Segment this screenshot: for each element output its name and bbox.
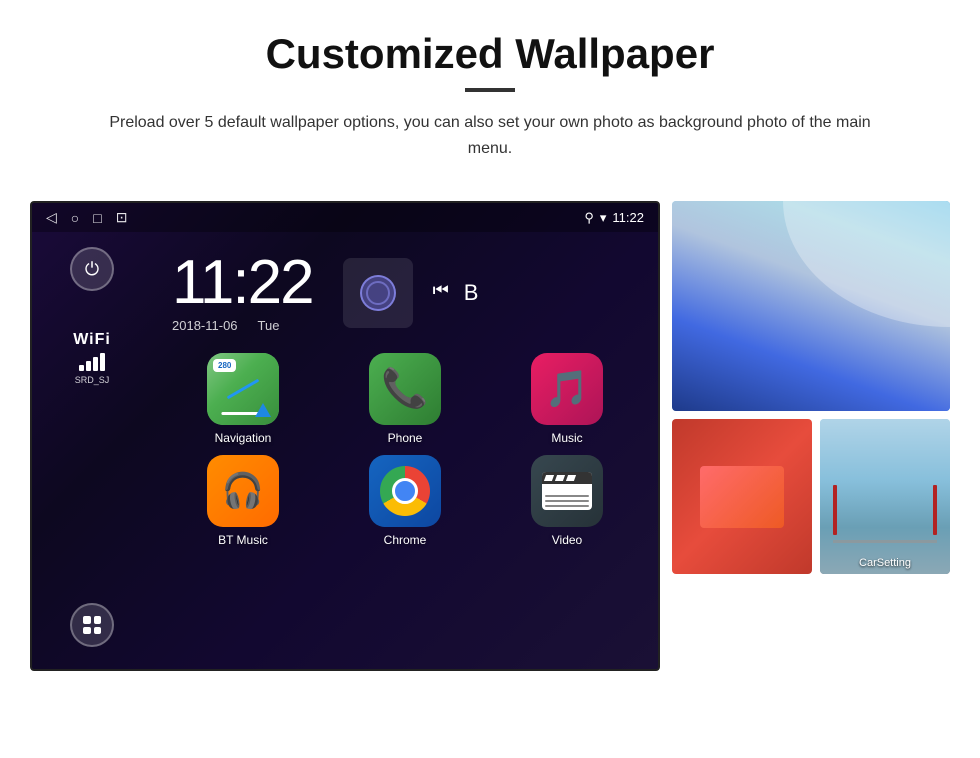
bt-music-label: BT Music: [218, 533, 268, 547]
wifi-ssid: SRD_SJ: [73, 375, 111, 385]
wifi-status-icon: ▾: [600, 210, 607, 226]
carsetting-label: CarSetting: [859, 557, 911, 569]
bridge-tower-right: [933, 485, 937, 535]
phone-label: Phone: [388, 431, 423, 445]
music-note: 🎵: [545, 368, 590, 410]
apps-button[interactable]: [70, 603, 114, 647]
app-phone[interactable]: 📞 Phone: [329, 353, 481, 445]
clock-date: 2018-11-06: [172, 318, 238, 333]
music-label: Music: [551, 431, 582, 445]
screenshot-icon: ⊡: [116, 209, 128, 226]
back-icon: ◁: [46, 209, 57, 226]
content-area: ◁ ○ □ ⊡ ⚲ ▾ 11:22 ⏻ WiFi: [0, 181, 980, 701]
thumb-bottom-row: CarSetting: [672, 419, 950, 574]
wifi-label: WiFi: [73, 331, 111, 349]
app-chrome[interactable]: Chrome: [329, 455, 481, 547]
wifi-widget: WiFi SRD_SJ: [73, 331, 111, 385]
bt-music-icon: 🎧: [207, 455, 279, 527]
wallpaper-pink[interactable]: [672, 419, 812, 574]
bridge-tower-left: [833, 485, 837, 535]
bridge-road: [833, 540, 937, 543]
wifi-bar-4: [100, 353, 105, 371]
phone-shape: 📞: [381, 367, 428, 411]
navigation-label: Navigation: [215, 431, 272, 445]
nav-arrow: [255, 403, 271, 417]
chrome-inner: [392, 478, 418, 504]
prev-track-icon[interactable]: ⏮: [433, 280, 449, 306]
media-wifi-symbol: [360, 275, 396, 311]
home-icon: ○: [71, 210, 79, 226]
chrome-label: Chrome: [384, 533, 427, 547]
media-icon-box: [343, 258, 413, 328]
clock-time: 11:22: [172, 252, 313, 314]
wifi-bar-2: [86, 361, 91, 371]
clock-date-row: 2018-11-06 Tue: [172, 318, 313, 333]
title-divider: [465, 88, 515, 92]
page-subtitle: Preload over 5 default wallpaper options…: [90, 110, 890, 161]
nav-badge: 280: [213, 359, 236, 372]
video-icon: [531, 455, 603, 527]
location-icon: ⚲: [584, 210, 594, 226]
wifi-bar-1: [79, 365, 84, 371]
track-label: B: [464, 280, 479, 306]
power-icon: ⏻: [85, 259, 99, 280]
android-screen: ◁ ○ □ ⊡ ⚲ ▾ 11:22 ⏻ WiFi: [30, 201, 660, 671]
wallpaper-bridge[interactable]: CarSetting: [820, 419, 950, 574]
app-bt-music[interactable]: 🎧 BT Music: [167, 455, 319, 547]
left-sidebar: ⏻ WiFi SRD_SJ: [32, 232, 152, 662]
music-icon: 🎵: [531, 353, 603, 425]
app-music[interactable]: 🎵 Music: [491, 353, 643, 445]
status-right: ⚲ ▾ 11:22: [584, 210, 644, 226]
wifi-bars: [73, 353, 111, 371]
page-header: Customized Wallpaper Preload over 5 defa…: [0, 0, 980, 181]
media-btn-row: ⏮ B: [433, 280, 479, 306]
apps-grid-icon: [83, 616, 101, 634]
status-left: ◁ ○ □ ⊡: [46, 209, 127, 226]
app-navigation[interactable]: 280 Navigation: [167, 353, 319, 445]
app-grid: 280 Navigation 📞 Phone: [162, 348, 648, 552]
clock-area: 11:22 2018-11-06 Tue ⏮ B: [162, 242, 648, 348]
media-controls: [343, 258, 413, 328]
page-title: Customized Wallpaper: [80, 30, 900, 78]
phone-icon: 📞: [369, 353, 441, 425]
status-bar: ◁ ○ □ ⊡ ⚲ ▾ 11:22: [32, 203, 658, 232]
wallpaper-thumbnails: CarSetting: [660, 201, 950, 574]
chrome-ring: [380, 466, 430, 516]
chrome-icon: [369, 455, 441, 527]
video-label: Video: [552, 533, 582, 547]
bt-symbol: 🎧: [222, 471, 264, 511]
wifi-bar-3: [93, 357, 98, 371]
power-button[interactable]: ⏻: [70, 247, 114, 291]
nav-badge-text: 280: [218, 361, 231, 370]
clapperboard-icon: [542, 472, 592, 510]
center-content: 11:22 2018-11-06 Tue ⏮ B: [152, 232, 658, 662]
status-time: 11:22: [612, 210, 644, 225]
clock-day: Tue: [258, 318, 280, 333]
screen-body: ⏻ WiFi SRD_SJ: [32, 232, 658, 662]
wallpaper-ice[interactable]: [672, 201, 950, 411]
navigation-icon: 280: [207, 353, 279, 425]
app-video[interactable]: Video: [491, 455, 643, 547]
recents-icon: □: [93, 210, 101, 226]
